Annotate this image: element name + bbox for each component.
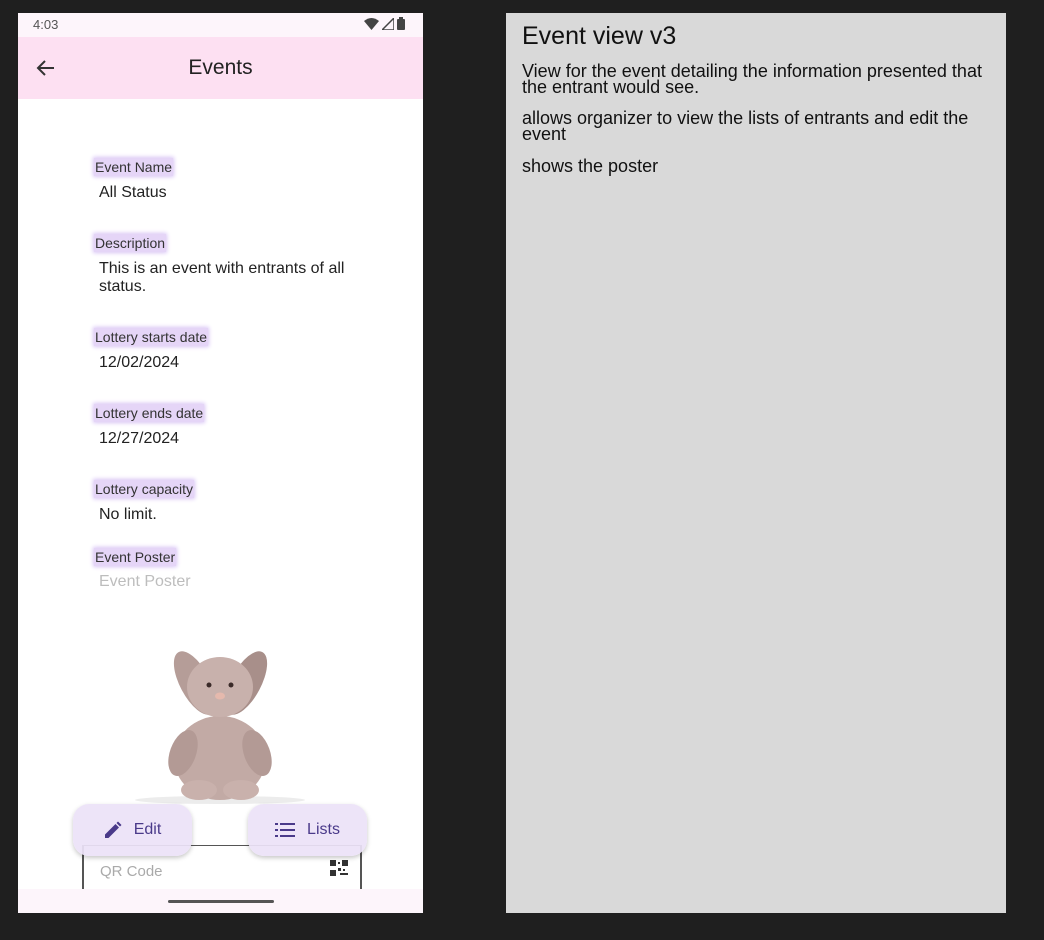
poster-label: Event Poster [94, 548, 177, 566]
event-poster-image[interactable] [123, 635, 318, 805]
notes-panel: Event view v3 View for the event detaili… [506, 13, 1006, 913]
status-icons [364, 17, 405, 30]
page-title: Events [188, 56, 253, 79]
note-item: allows organizer to view the lists of en… [522, 108, 969, 144]
edit-button[interactable]: Edit [73, 804, 192, 856]
notes-title: Event view v3 [522, 22, 677, 50]
phone-screen: 4:03 Events Event Name All Status Descri… [18, 13, 423, 913]
home-indicator[interactable] [168, 900, 274, 903]
edit-button-label: Edit [133, 821, 162, 838]
poster-placeholder: Event Poster [99, 573, 191, 590]
capacity-value: No limit. [99, 506, 157, 523]
qr-code-placeholder: QR Code [100, 863, 163, 880]
description-label: Description [94, 234, 167, 252]
navigation-bar [18, 889, 423, 913]
lists-button[interactable]: Lists [248, 804, 367, 856]
event-name-label: Event Name [94, 158, 174, 176]
cellular-icon [382, 17, 394, 30]
pencil-icon [104, 821, 122, 838]
lottery-end-value: 12/27/2024 [99, 430, 180, 447]
lottery-start-label: Lottery starts date [94, 328, 209, 346]
wifi-icon [364, 17, 379, 30]
note-item: View for the event detailing the informa… [522, 61, 982, 97]
capacity-label: Lottery capacity [94, 480, 195, 498]
lottery-end-label: Lottery ends date [94, 404, 205, 422]
lottery-start-value: 12/02/2024 [99, 354, 180, 371]
description-value: This is an event with entrants of all st… [99, 260, 345, 295]
battery-icon [397, 17, 405, 30]
note-item: shows the poster [522, 156, 659, 176]
status-bar: 4:03 [18, 13, 423, 37]
status-time: 4:03 [33, 17, 59, 32]
list-icon [275, 823, 296, 837]
app-bar: Events [18, 37, 423, 99]
qr-code-icon[interactable] [330, 860, 348, 876]
lists-button-label: Lists [307, 821, 340, 838]
event-name-value: All Status [99, 184, 167, 201]
